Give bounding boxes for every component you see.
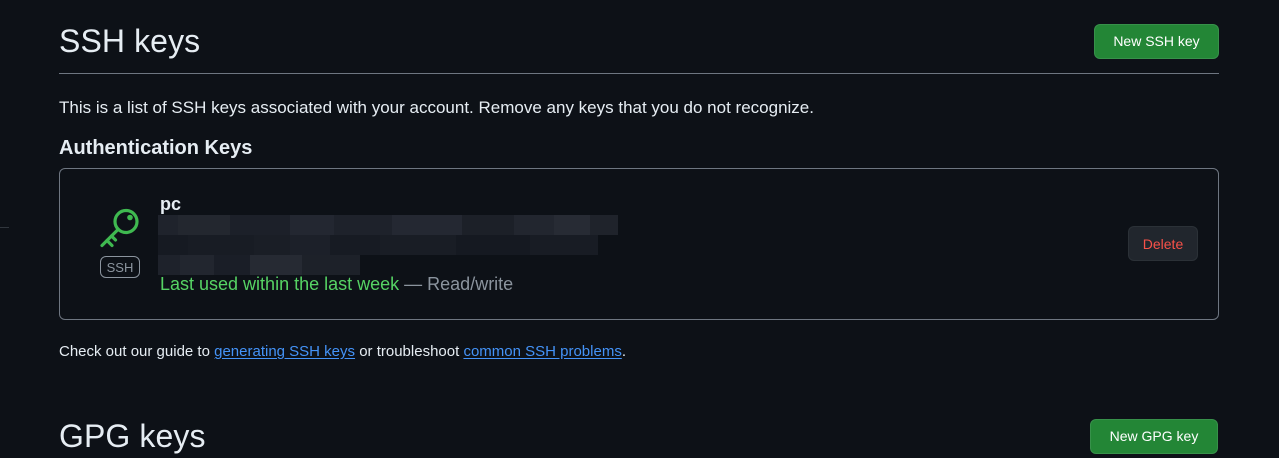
usage-recent-text: Last used within the last week xyxy=(160,274,400,294)
gpg-keys-header: GPG keys New GPG key xyxy=(59,418,1219,454)
new-gpg-key-button[interactable]: New GPG key xyxy=(1090,418,1218,454)
ssh-key-title: pc xyxy=(160,194,182,214)
section-divider xyxy=(59,73,1219,74)
ssh-help-text: Check out our guide to generating SSH ke… xyxy=(59,342,626,362)
usage-separator: — xyxy=(399,274,428,294)
ssh-keys-header: SSH keys New SSH key xyxy=(59,23,1219,59)
generating-ssh-keys-link[interactable]: generating SSH keys xyxy=(214,343,355,360)
settings-page: SSH keys New SSH key This is a list of S… xyxy=(0,0,1279,458)
authentication-keys-heading: Authentication Keys xyxy=(59,137,253,159)
help-middle: or troubleshoot xyxy=(355,343,464,360)
edge-divider xyxy=(0,227,9,228)
common-ssh-problems-link[interactable]: common SSH problems xyxy=(463,343,621,360)
delete-key-button[interactable]: Delete xyxy=(1128,226,1198,261)
ssh-keys-title: SSH keys xyxy=(59,23,201,59)
key-last-used: Last used within the last week — Read/wr… xyxy=(160,273,513,295)
redacted-fingerprint xyxy=(158,215,618,275)
ssh-type-badge: SSH xyxy=(100,256,140,278)
help-suffix: . xyxy=(621,343,626,360)
help-prefix: Check out our guide to xyxy=(59,343,215,360)
gpg-keys-title: GPG keys xyxy=(59,418,206,454)
key-access-level: Read/write xyxy=(427,274,514,294)
ssh-key-item: SSH pc Last used within the last week — … xyxy=(59,168,1219,320)
key-icon xyxy=(100,208,139,248)
ssh-keys-intro: This is a list of SSH keys associated wi… xyxy=(59,98,814,117)
new-ssh-key-button[interactable]: New SSH key xyxy=(1094,23,1219,59)
